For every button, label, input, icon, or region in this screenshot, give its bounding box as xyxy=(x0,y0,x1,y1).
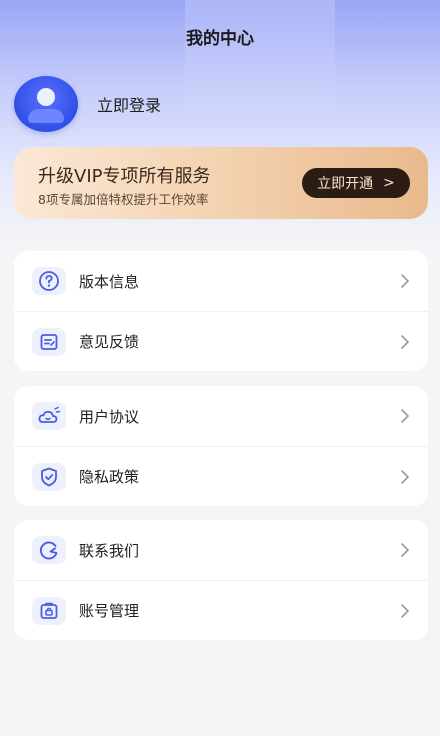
chevron-right-icon xyxy=(401,543,410,557)
login-link[interactable]: 立即登录 xyxy=(97,92,161,116)
menu-item-contact-us[interactable]: 联系我们 xyxy=(14,520,428,580)
menu-item-feedback[interactable]: 意见反馈 xyxy=(14,311,428,371)
vip-button-label: 立即开通 xyxy=(317,176,374,192)
chevron-right-icon xyxy=(401,335,410,349)
vip-subtitle: 8项专属加倍特权提升工作效率 xyxy=(38,192,209,207)
menu-label-feedback: 意见反馈 xyxy=(79,333,140,351)
chevron-right-icon xyxy=(401,274,410,288)
menu-label-account-management: 账号管理 xyxy=(79,602,140,620)
cloud-icon xyxy=(32,402,66,430)
contact-icon xyxy=(32,536,66,564)
page-title: 我的中心 xyxy=(186,29,254,49)
menu-label-privacy-policy: 隐私政策 xyxy=(79,468,140,486)
menu-label-contact-us: 联系我们 xyxy=(79,541,140,560)
feedback-icon xyxy=(32,327,66,356)
menu-item-version-info[interactable]: 版本信息 xyxy=(14,251,428,311)
vip-activate-button[interactable]: 立即开通 > xyxy=(302,168,410,198)
question-icon xyxy=(32,267,66,295)
menu-label-version-info: 版本信息 xyxy=(79,272,140,291)
menu-item-user-agreement[interactable]: 用户协议 xyxy=(14,386,428,446)
profile-section[interactable]: 立即登录 xyxy=(14,76,161,132)
account-icon xyxy=(32,596,66,625)
vip-banner[interactable]: 升级VIP专项所有服务 8项专属加倍特权提升工作效率 立即开通 > xyxy=(14,147,428,219)
menu-card-legal: 用户协议 隐私政策 xyxy=(14,386,428,506)
menu-item-privacy-policy[interactable]: 隐私政策 xyxy=(14,446,428,506)
shield-icon xyxy=(32,462,66,491)
chevron-right-icon xyxy=(401,604,410,618)
chevron-right-icon xyxy=(401,470,410,484)
menu-item-account-management[interactable]: 账号管理 xyxy=(14,580,428,640)
vip-title: 升级VIP专项所有服务 xyxy=(38,166,211,187)
menu-label-user-agreement: 用户协议 xyxy=(79,407,140,426)
chevron-right-icon xyxy=(401,409,410,423)
header-decoration xyxy=(185,0,335,120)
menu-card-about: 版本信息 意见反馈 xyxy=(14,251,428,371)
vip-button-arrow: > xyxy=(383,175,395,191)
menu-card-account: 联系我们 账号管理 xyxy=(14,520,428,640)
avatar[interactable] xyxy=(14,76,78,132)
